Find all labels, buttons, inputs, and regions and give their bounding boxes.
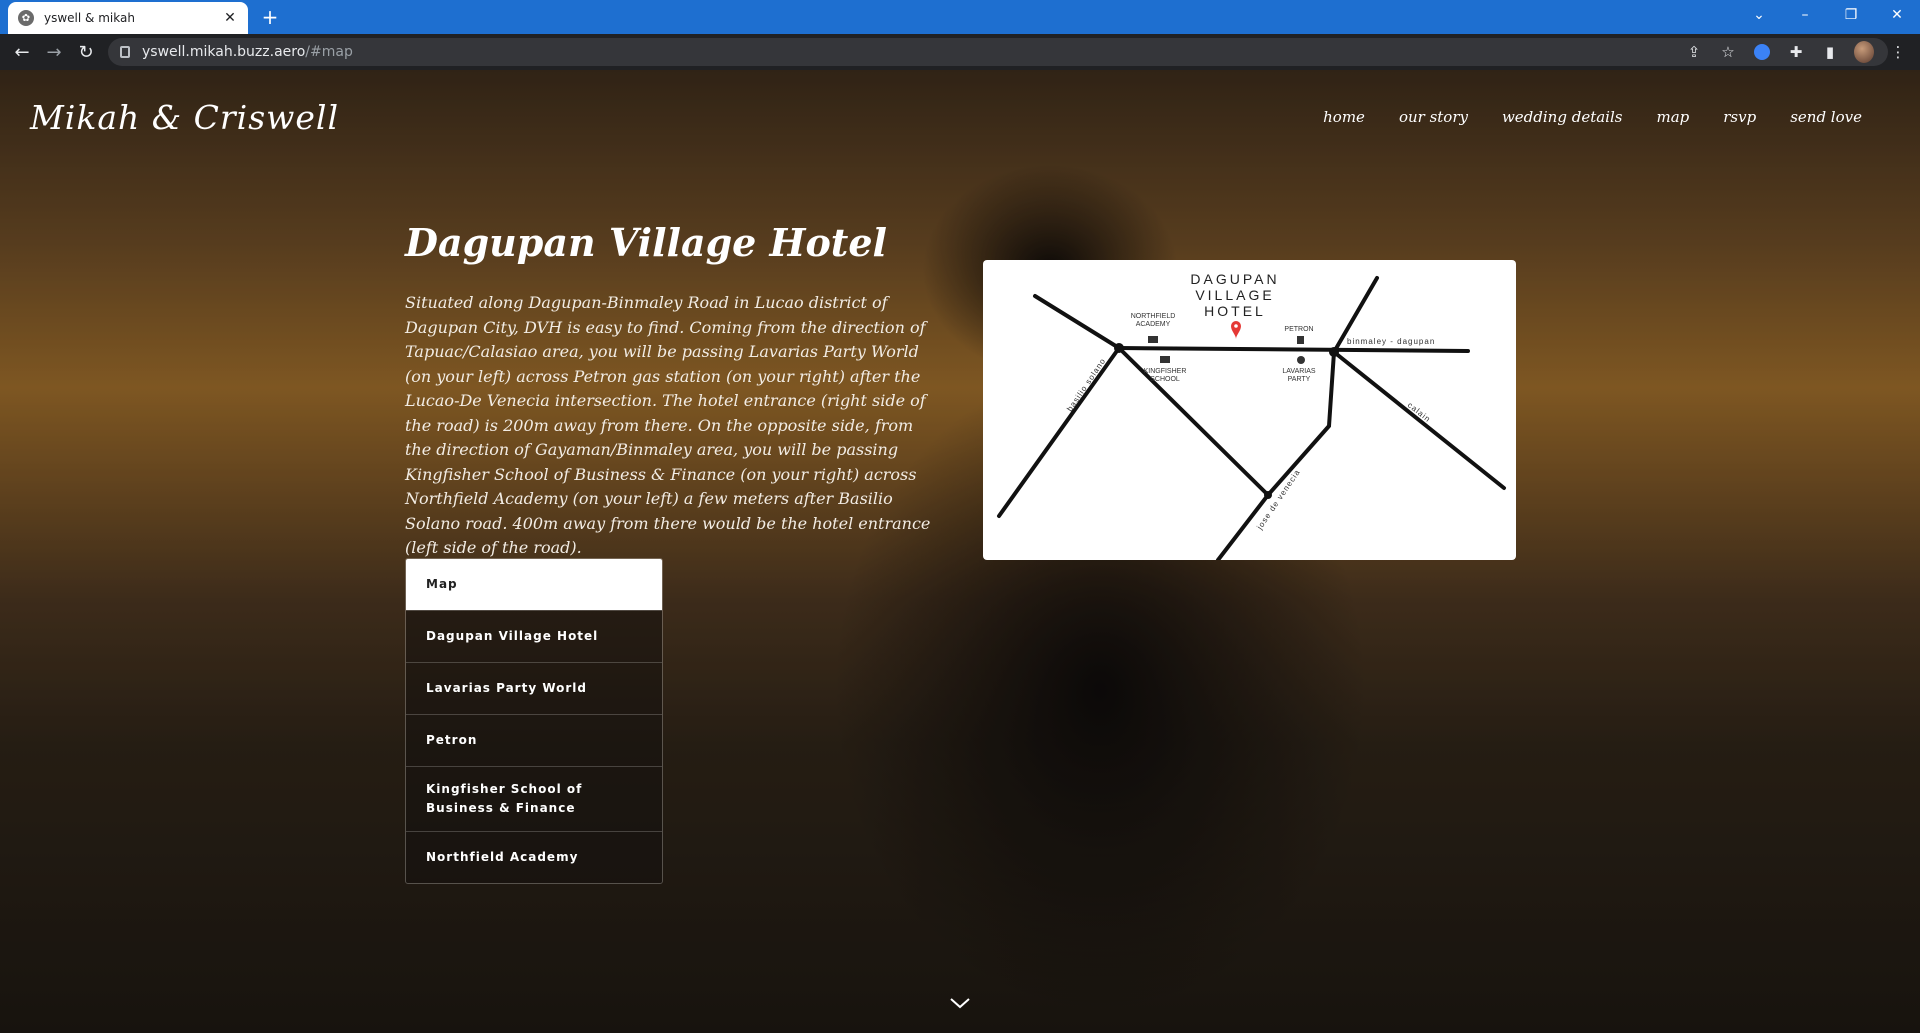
petron-fuel-icon: [1297, 336, 1304, 344]
url-path: /#map: [305, 44, 353, 60]
hotel-pin-icon: [1231, 321, 1241, 339]
tab-search-icon[interactable]: ⌄: [1736, 0, 1782, 30]
road-calain: [1332, 350, 1506, 490]
map-title-line: VILLAGE: [1195, 287, 1274, 303]
location-item-northfield[interactable]: Northfield Academy: [406, 831, 662, 883]
toolbar-icons: ⇪ ☆ ✚ ▮ ⋮: [1684, 34, 1908, 70]
nav-wedding-details[interactable]: wedding details: [1502, 108, 1623, 126]
intersection-dot: [1114, 343, 1124, 353]
label-road-basilio: basilio solano: [1065, 356, 1107, 413]
lavarias-party-icon: [1297, 356, 1305, 364]
url-host: yswell.mikah.buzz.aero: [142, 44, 306, 60]
browser-toolbar: ← → ↻ yswell.mikah.buzz.aero/#map: [0, 34, 1920, 70]
reload-icon[interactable]: ↻: [70, 36, 102, 68]
label-northfield: NORTHFIELD: [1131, 313, 1176, 320]
address-bar[interactable]: yswell.mikah.buzz.aero/#map: [108, 38, 1888, 66]
map-title-line: HOTEL: [1204, 303, 1266, 319]
location-item-hotel[interactable]: Dagupan Village Hotel: [406, 610, 662, 662]
location-item-map[interactable]: Map: [406, 559, 662, 610]
location-list: Map Dagupan Village Hotel Lavarias Party…: [405, 558, 663, 884]
location-item-petron[interactable]: Petron: [406, 714, 662, 766]
venue-heading: Dagupan Village Hotel: [405, 220, 887, 265]
extensions-puzzle-icon[interactable]: ✚: [1786, 42, 1806, 62]
minimize-button[interactable]: –: [1782, 0, 1828, 30]
road-binmaley-dagupan: [1117, 346, 1470, 353]
road-jose-de-venecia: [1216, 350, 1336, 560]
page-hero: Mikah & Criswell home our story wedding …: [0, 70, 1920, 1033]
road-basilio-solano: [997, 346, 1121, 518]
nav-our-story[interactable]: our story: [1399, 108, 1468, 126]
label-lavarias: PARTY: [1288, 376, 1311, 383]
northfield-building-icon: [1148, 336, 1158, 343]
venue-info: Dagupan Village Hotel Situated along Dag…: [405, 220, 935, 561]
location-item-lavarias[interactable]: Lavarias Party World: [406, 662, 662, 714]
intersection-dot: [1329, 347, 1339, 357]
kingfisher-building-icon: [1160, 356, 1170, 363]
nav-rsvp[interactable]: rsvp: [1723, 108, 1756, 126]
scroll-down-chevron-icon[interactable]: [948, 994, 972, 1012]
side-panel-icon[interactable]: ▮: [1820, 42, 1840, 62]
label-road-main: binmaley - dagupan: [1347, 337, 1435, 346]
nav-send-love[interactable]: send love: [1790, 108, 1862, 126]
intersection-dot: [1264, 491, 1272, 499]
bookmark-star-icon[interactable]: ☆: [1718, 42, 1738, 62]
new-tab-button[interactable]: +: [258, 5, 282, 29]
forward-arrow-icon[interactable]: →: [38, 36, 70, 68]
nav-map[interactable]: map: [1656, 108, 1689, 126]
tab-title: yswell & mikah: [44, 11, 135, 25]
label-kingfisher: KINGFISHER: [1144, 368, 1187, 375]
restore-button[interactable]: ❐: [1828, 0, 1874, 30]
browser-tab-strip: ✿ yswell & mikah ✕ + ⌄ – ❐ ✕: [0, 0, 1920, 34]
site-title[interactable]: Mikah & Criswell: [30, 98, 339, 137]
map-drawing: DAGUPAN VILLAGE HOTEL NORTHFIELD ACADEMY: [997, 271, 1506, 560]
road-diagonal: [1117, 346, 1270, 497]
location-item-kingfisher[interactable]: Kingfisher School of Business & Finance: [406, 766, 662, 831]
profile-avatar[interactable]: [1854, 41, 1874, 63]
back-arrow-icon[interactable]: ←: [6, 36, 38, 68]
tab-close-icon[interactable]: ✕: [222, 10, 238, 26]
label-lavarias: LAVARIAS: [1282, 368, 1316, 375]
close-window-button[interactable]: ✕: [1874, 0, 1920, 30]
browser-tab[interactable]: ✿ yswell & mikah ✕: [8, 2, 248, 34]
main-nav: home our story wedding details map rsvp …: [1323, 108, 1862, 126]
lock-icon: [120, 46, 130, 58]
nav-home[interactable]: home: [1323, 108, 1365, 126]
label-petron: PETRON: [1284, 326, 1313, 333]
share-icon[interactable]: ⇪: [1684, 42, 1704, 62]
extension-circle-icon[interactable]: [1752, 42, 1772, 62]
road-upper-left: [1033, 294, 1121, 350]
label-northfield: ACADEMY: [1136, 321, 1171, 328]
label-road-jose: jose de venecia: [1255, 468, 1302, 532]
location-map[interactable]: DAGUPAN VILLAGE HOTEL NORTHFIELD ACADEMY: [983, 260, 1516, 560]
venue-description: Situated along Dagupan-Binmaley Road in …: [405, 293, 931, 557]
map-title-line: DAGUPAN: [1190, 271, 1279, 287]
site-favicon-icon: ✿: [18, 10, 34, 26]
label-kingfisher: SCHOOL: [1150, 376, 1180, 383]
menu-kebab-icon[interactable]: ⋮: [1888, 42, 1908, 62]
